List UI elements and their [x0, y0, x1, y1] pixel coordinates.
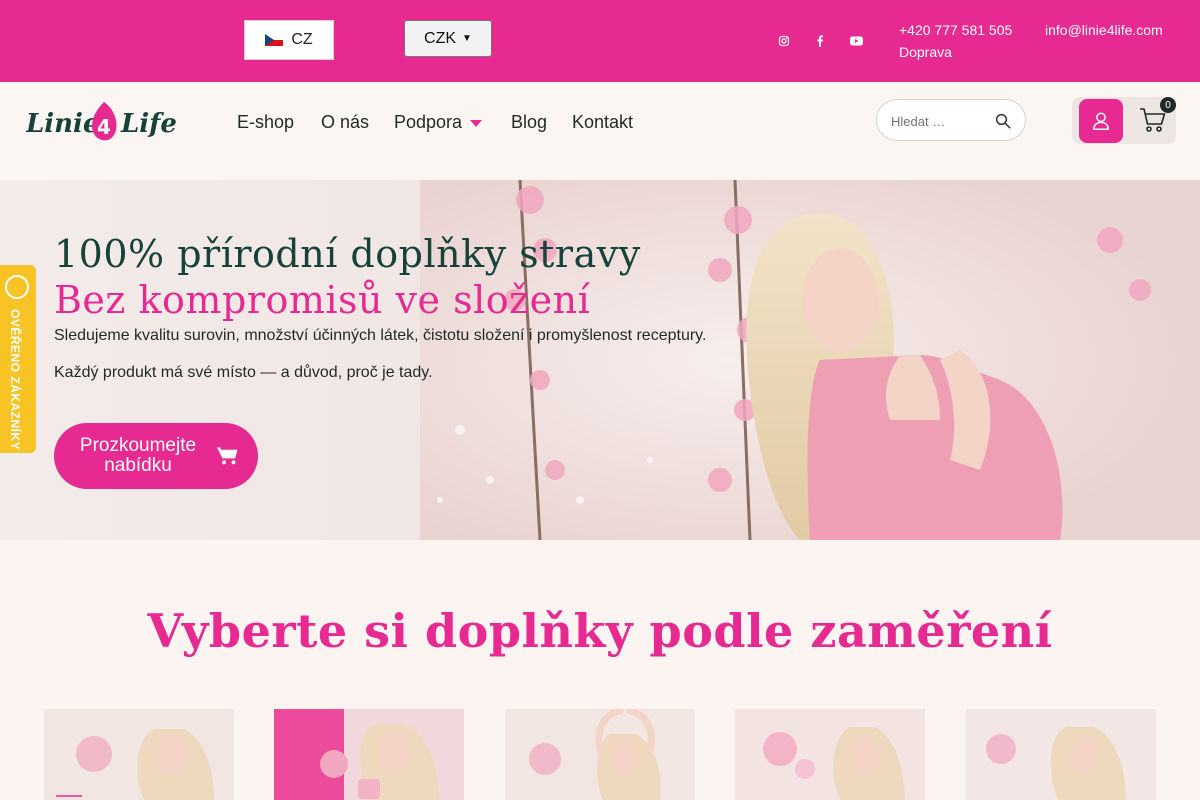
hero-text: Sledujeme kvalitu surovin, množství účin…: [54, 327, 707, 344]
nav-about[interactable]: O nás: [321, 112, 369, 133]
currency-select[interactable]: CZK ▼: [404, 20, 492, 57]
site-header: Linie 4 Life E-shop O nás Podpora Blog K…: [0, 82, 1200, 180]
caret-down-icon: [470, 119, 483, 127]
category-card[interactable]: [735, 709, 925, 800]
search-box: [876, 99, 1026, 141]
explore-offer-button[interactable]: Prozkoumejte nabídku: [54, 423, 258, 489]
shipping-link[interactable]: Doprava: [899, 44, 952, 60]
czech-flag-icon: [265, 34, 284, 46]
shopping-cart-icon: [217, 447, 238, 465]
nav-blog[interactable]: Blog: [511, 112, 547, 133]
hero-subtitle: Bez kompromisů ve složení: [54, 278, 591, 322]
verified-by-customers-badge[interactable]: OVĚŘENO ZÁKAZNÍKY: [0, 265, 36, 453]
category-card[interactable]: [274, 709, 464, 800]
verified-badge-label: OVĚŘENO ZÁKAZNÍKY: [8, 309, 22, 451]
verified-seal-icon: [5, 275, 29, 299]
nav-contact[interactable]: Kontakt: [572, 112, 633, 133]
language-selector[interactable]: CZ: [244, 20, 334, 60]
category-image: [505, 709, 695, 800]
category-image: [274, 709, 464, 800]
phone-link[interactable]: +420 777 581 505: [899, 22, 1012, 38]
category-image: [735, 709, 925, 800]
explore-offer-label: Prozkoumejte nabídku: [79, 435, 197, 476]
hero-text-secondary: Každý produkt má své místo — a důvod, pr…: [54, 364, 433, 381]
account-cart-group: 0: [1072, 97, 1176, 144]
site-logo[interactable]: Linie 4 Life: [25, 96, 186, 146]
nav-support[interactable]: Podpora: [394, 112, 483, 133]
search-input[interactable]: [891, 110, 991, 132]
instagram-icon[interactable]: [775, 32, 793, 50]
nav-eshop[interactable]: E-shop: [237, 112, 294, 133]
hero-banner: 100% přírodní doplňky stravy Bez komprom…: [0, 180, 1200, 540]
section-title: Vyberte si doplňky podle zaměření: [147, 604, 1053, 658]
svg-text:Linie: Linie: [26, 109, 99, 139]
category-card[interactable]: [966, 709, 1156, 800]
youtube-icon[interactable]: [847, 32, 865, 50]
language-label: CZ: [291, 31, 313, 48]
cart-count-badge: 0: [1160, 97, 1176, 113]
currency-label: CZK: [424, 29, 457, 47]
chevron-down-icon: ▼: [462, 33, 472, 44]
email-link[interactable]: info@linie4life.com: [1045, 22, 1163, 38]
top-bar: CZ CZK ▼ +420 777 581 505 info@linie4lif…: [0, 0, 1200, 82]
account-button[interactable]: [1079, 99, 1123, 143]
hero-title: 100% přírodní doplňky stravy: [54, 232, 641, 276]
category-card[interactable]: [505, 709, 695, 800]
user-icon: [1092, 112, 1110, 130]
category-image: [44, 709, 234, 800]
facebook-icon[interactable]: [811, 32, 829, 50]
nav-support-label: Podpora: [394, 112, 463, 132]
svg-text:Life: Life: [120, 109, 177, 139]
svg-text:4: 4: [97, 115, 111, 139]
category-card[interactable]: [44, 709, 234, 800]
search-icon[interactable]: [994, 112, 1012, 130]
category-image: [966, 709, 1156, 800]
